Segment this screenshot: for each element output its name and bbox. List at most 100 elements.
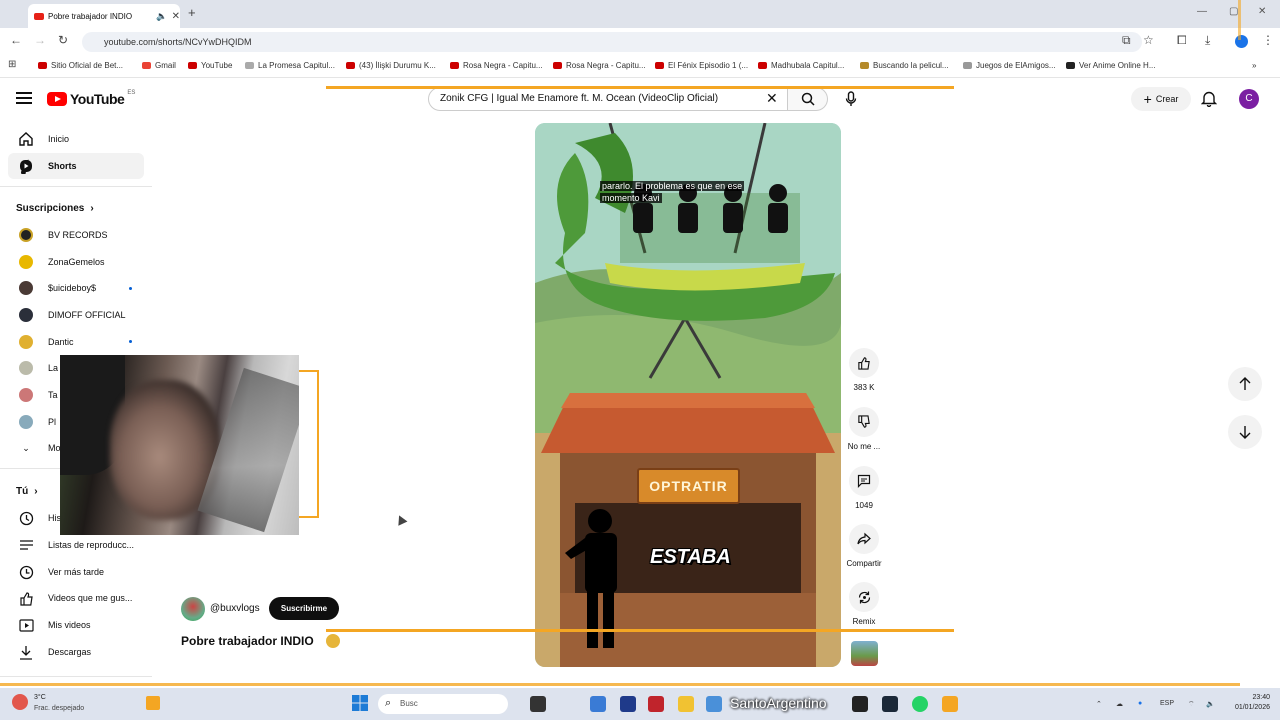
weather-icon[interactable] — [12, 694, 28, 710]
bookmark-star-icon[interactable]: ☆ — [1143, 33, 1154, 47]
reload-icon[interactable]: ↻ — [58, 33, 68, 47]
steam-icon[interactable] — [882, 696, 898, 712]
minimize-icon[interactable]: — — [1197, 6, 1207, 17]
comment-icon — [857, 474, 871, 488]
bookmark-item[interactable]: Sitio Oficial de Bet... — [38, 61, 123, 70]
sidebar-item-shorts[interactable]: Shorts — [8, 153, 144, 179]
tray-icon[interactable]: ☁ — [1116, 700, 1123, 708]
network-icon[interactable]: ⌔ — [1188, 700, 1195, 709]
subscriptions-heading[interactable]: Suscripciones › — [16, 203, 94, 214]
menu-kebab-icon[interactable]: ⋮ — [1262, 33, 1274, 47]
profile-icon[interactable] — [1235, 35, 1248, 48]
subscription-item[interactable]: DIMOFF OFFICIAL — [8, 302, 144, 328]
language-indicator[interactable]: ESP — [1160, 700, 1174, 707]
whatsapp-icon[interactable] — [912, 696, 928, 712]
microphone-icon — [845, 91, 857, 106]
subscription-item[interactable]: BV RECORDS — [8, 222, 144, 248]
close-tab-icon[interactable]: ✕ — [172, 11, 180, 22]
voice-search-button[interactable] — [840, 88, 862, 110]
start-button[interactable] — [352, 695, 368, 716]
subscription-item[interactable]: Dantic — [8, 329, 144, 355]
tray-chevron-icon[interactable]: ⌃ — [1096, 700, 1102, 708]
subscribe-button[interactable]: Suscribirme — [269, 597, 339, 620]
more-bookmarks-icon[interactable]: » — [1252, 61, 1256, 70]
remix-button[interactable]: Remix — [834, 582, 894, 626]
home-icon — [17, 131, 35, 147]
youtube-logo[interactable]: YouTube ES — [47, 90, 135, 107]
like-button[interactable]: 383 K — [834, 348, 894, 392]
share-button[interactable]: Compartir — [834, 524, 894, 568]
bookmark-item[interactable]: Rosa Negra - Capitu... — [450, 61, 543, 70]
new-tab-icon[interactable]: + — [188, 5, 196, 20]
channel-avatar[interactable] — [181, 597, 205, 621]
apps-grid-icon[interactable]: ⊞ — [8, 59, 16, 70]
comments-button[interactable]: 1049 — [834, 466, 894, 510]
sidebar-item-downloads[interactable]: Descargas — [8, 639, 144, 665]
app-icon[interactable] — [648, 696, 664, 712]
bookmark-item[interactable]: YouTube — [188, 61, 232, 70]
sidebar-item-inicio[interactable]: Inicio — [8, 126, 144, 152]
comment-count: 1049 — [855, 501, 873, 510]
system-clock[interactable]: 23:40 01/01/2026 — [1226, 693, 1270, 713]
sidebar-item-watch-later[interactable]: Ver más tarde — [8, 559, 144, 585]
create-button[interactable]: + Crear — [1131, 87, 1191, 111]
tray-icon[interactable]: ● — [1138, 700, 1142, 707]
new-content-dot — [129, 287, 132, 290]
next-short-button[interactable] — [1228, 415, 1262, 449]
speaker-icon[interactable]: 🔈 — [156, 11, 167, 22]
taskbar-search-input[interactable]: Busc — [378, 694, 508, 714]
install-icon[interactable]: ⧉ — [1122, 33, 1131, 48]
bookmark-item[interactable]: El Fénix Episodio 1 (... — [655, 61, 748, 70]
channel-handle[interactable]: @buxvlogs — [210, 603, 260, 614]
arrow-down-icon — [1239, 426, 1251, 439]
sidebar-item-playlists[interactable]: Listas de reproducc... — [8, 532, 144, 558]
url-input[interactable]: youtube.com/shorts/NCvYwDHQIDM — [82, 32, 1142, 52]
hamburger-menu-icon[interactable] — [16, 92, 32, 104]
short-title: Pobre trabajador INDIO — [181, 634, 314, 648]
bookmark-item[interactable]: Juegos de ElAmigos... — [963, 61, 1056, 70]
forward-icon[interactable]: → — [34, 33, 46, 47]
short-video-player[interactable] — [535, 123, 841, 667]
subscription-item[interactable]: ZonaGemelos — [8, 249, 144, 275]
mouse-cursor-icon — [394, 513, 408, 526]
sidebar-item-your-videos[interactable]: Mis videos — [8, 612, 144, 638]
downloads-icon[interactable]: ⤓ — [1205, 33, 1210, 48]
subscription-item[interactable]: $uicideboy$ — [8, 275, 144, 301]
bookmark-item[interactable]: (43) İlişki Durumu K... — [346, 61, 436, 70]
notifications-button[interactable] — [1200, 90, 1218, 112]
bookmark-item[interactable]: La Promesa Capitul... — [245, 61, 335, 70]
app-icon[interactable] — [852, 696, 868, 712]
share-icon — [857, 532, 871, 545]
previous-short-button[interactable] — [1228, 367, 1262, 401]
sound-thumbnail[interactable] — [851, 641, 878, 666]
stream-overlay-name: SantoArgentino — [730, 695, 827, 711]
search-button[interactable] — [788, 87, 828, 111]
task-view-icon[interactable] — [530, 696, 546, 712]
tab-title: Pobre trabajador INDIO — [48, 11, 133, 21]
app-icon[interactable] — [942, 696, 958, 712]
you-heading[interactable]: Tú › — [16, 486, 38, 497]
app-icon[interactable] — [706, 696, 722, 712]
overlay-frame-top — [326, 86, 954, 89]
bookmark-item[interactable]: Madhubala Capitul... — [758, 61, 844, 70]
dislike-button[interactable]: No me ... — [834, 407, 894, 451]
browser-tab[interactable]: Pobre trabajador INDIO 🔈 ✕ — [28, 4, 180, 28]
avatar[interactable]: C — [1239, 89, 1259, 109]
search-input[interactable]: Zonik CFG | Igual Me Enamore ft. M. Ocea… — [428, 87, 788, 111]
extensions-icon[interactable]: ⧠ — [1177, 33, 1187, 48]
bookmark-item[interactable]: Gmail — [142, 61, 176, 70]
sidebar-item-label: Shorts — [48, 161, 77, 171]
volume-icon[interactable]: 🔈 — [1206, 700, 1215, 708]
channel-avatar — [19, 308, 33, 322]
close-window-icon[interactable]: ✕ — [1258, 6, 1266, 17]
bookmark-item[interactable]: Ver Anime Online H... — [1066, 61, 1155, 70]
app-icon[interactable] — [620, 696, 636, 712]
file-explorer-icon[interactable] — [678, 696, 694, 712]
clear-search-icon[interactable]: ✕ — [766, 90, 778, 107]
app-icon[interactable] — [590, 696, 606, 712]
sidebar-item-liked[interactable]: Videos que me gus... — [8, 585, 144, 611]
back-icon[interactable]: ← — [10, 33, 22, 47]
bookmark-item[interactable]: Rosa Negra - Capitu... — [553, 61, 646, 70]
bookmark-item[interactable]: Buscando la pelicul... — [860, 61, 949, 70]
your-videos-icon — [17, 618, 35, 632]
